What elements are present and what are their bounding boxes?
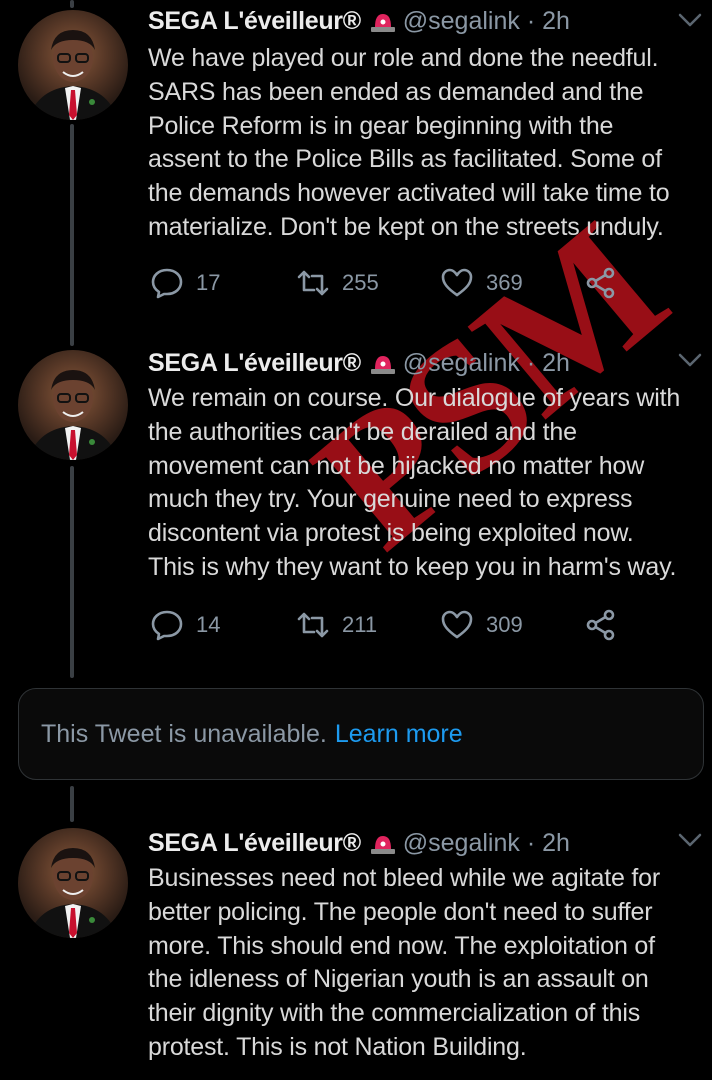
caret-down-icon[interactable] [676,350,704,370]
thread-line-top [70,0,74,8]
tweet-line: SARS has been ended as demanded and the [148,77,644,106]
reply-icon [151,268,183,299]
unavailable-text: This Tweet is unavailable. [41,719,327,748]
tweet-header: SEGA L'éveilleur® @segalink · 2h [148,6,570,36]
thread-line-1 [70,124,74,346]
tweet-line: the authorities can't be derailed and th… [148,417,577,446]
tweet-line: This is why they want to keep you in har… [148,552,677,581]
handle[interactable]: @segalink [403,7,520,35]
display-name[interactable]: SEGA L'éveilleur® [148,349,361,377]
tweet-line: better policing. The people don't need t… [148,897,653,926]
retweet-icon [297,612,329,638]
tweet-text: We have played our role and done the nee… [148,42,708,245]
thread-line-2 [70,466,74,678]
tweet-line: Police Reform is in gear beginning with … [148,111,614,140]
reply-icon [151,610,183,641]
unavailable-tweet-card: This Tweet is unavailable. Learn more [18,688,704,780]
retweet-count: 211 [342,612,378,637]
tweet-line: We have played our role and done the nee… [148,44,659,72]
tweet-line: the idleness of Nigerian youth is an ass… [148,965,649,994]
siren-emoji-icon [370,836,395,854]
tweet-line: protest. This is not Nation Building. [148,1032,527,1061]
like-icon [441,610,473,639]
share-icon [586,609,615,641]
retweet-icon [297,270,329,296]
reply-count: 14 [196,612,221,637]
avatar[interactable] [18,828,128,938]
caret-down-icon[interactable] [676,830,704,850]
share-button[interactable] [584,608,618,642]
tweet-actions: 14 211 309 [150,608,630,642]
caret-down-icon[interactable] [676,10,704,30]
tweet-line: We remain on course. Our dialogue of yea… [148,384,681,412]
reply-count: 17 [196,270,221,295]
avatar[interactable] [18,10,128,120]
tweet-header: SEGA L'éveilleur® @segalink · 2h [148,828,570,858]
timestamp[interactable]: 2h [542,7,570,35]
tweet-line: the demands however activated will take … [148,179,670,208]
like-count: 309 [486,612,523,637]
display-name[interactable]: SEGA L'éveilleur® [148,7,361,35]
like-button[interactable]: 369 [440,266,523,300]
siren-emoji-icon [370,356,395,374]
tweet-line: discontent via protest is being exploite… [148,519,634,548]
retweet-button[interactable]: 255 [296,266,379,300]
retweet-count: 255 [342,270,379,295]
reply-button[interactable]: 17 [150,266,220,300]
siren-emoji-icon [370,14,395,32]
tweet-line: more. This should end now. The exploitat… [148,931,655,960]
like-button[interactable]: 309 [440,608,523,642]
handle[interactable]: @segalink [403,829,520,857]
tweet-text: Businesses need not bleed while we agita… [148,862,708,1065]
retweet-button[interactable]: 211 [296,608,377,642]
share-icon [586,267,615,299]
handle[interactable]: @segalink [403,349,520,377]
separator: · [526,349,536,377]
like-icon [441,268,473,297]
tweet-actions: 17 255 369 [150,266,630,300]
timestamp[interactable]: 2h [542,829,570,857]
display-name[interactable]: SEGA L'éveilleur® [148,829,361,857]
timestamp[interactable]: 2h [542,349,570,377]
reply-button[interactable]: 14 [150,608,220,642]
share-button[interactable] [584,266,618,300]
like-count: 369 [486,270,523,295]
tweet-line: Businesses need not bleed while we agita… [148,864,660,892]
separator: · [526,7,536,35]
tweet-line: much they try. Your genuine need to expr… [148,485,633,514]
avatar[interactable] [18,350,128,460]
tweet-line: materialize. Don't be kept on the street… [148,212,664,241]
thread-line-3 [70,786,74,822]
tweet-line: their dignity with the commercialization… [148,999,640,1028]
learn-more-link[interactable]: Learn more [335,720,463,749]
tweet-text: We remain on course. Our dialogue of yea… [148,382,708,585]
separator: · [526,829,536,857]
tweet-header: SEGA L'éveilleur® @segalink · 2h [148,348,570,378]
tweet-line: movement can not be hijacked no matter h… [148,451,645,480]
tweet-line: assent to the Police Bills as facilitate… [148,145,662,174]
